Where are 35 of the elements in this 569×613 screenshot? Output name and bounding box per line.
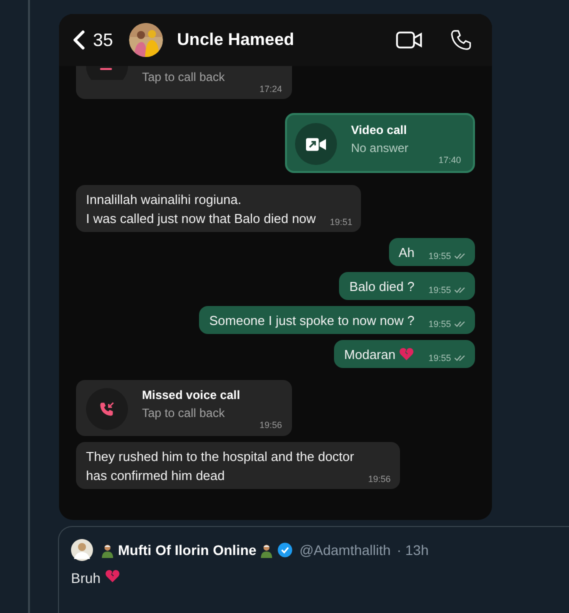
message-text: Someone I just spoke to now now ? [209, 312, 414, 330]
contact-name: Uncle Hameed [177, 30, 294, 50]
call-bubble[interactable]: Video call No answer 17:40 [285, 113, 475, 173]
person-icon [259, 542, 274, 558]
call-status: Tap to call back [142, 70, 226, 84]
message-time: 19:55 [428, 319, 451, 329]
call-bubble[interactable]: Tap to call back 17:24 [76, 66, 292, 99]
message-text: Modaran [344, 346, 396, 364]
message-time: 19:56 [368, 474, 391, 484]
phone-icon[interactable] [450, 29, 472, 51]
message-text: They rushed him to the hospital and the doctor has confirmed him dead [86, 448, 354, 485]
call-title: Video call [351, 123, 408, 137]
message-text: Innalillah wainalihi rogiuna. I was called just now that Balo died now [86, 191, 316, 228]
person-icon [100, 542, 115, 558]
back-icon[interactable] [73, 30, 85, 50]
author-handle[interactable]: @Adamthallith [299, 542, 391, 558]
message-time: 17:40 [438, 155, 461, 165]
call-status: Tap to call back [142, 406, 226, 420]
unread-count: 35 [93, 30, 114, 50]
author-name[interactable]: Mufti Of Ilorin Online [118, 542, 256, 558]
call-bubble[interactable]: Missed voice call Tap to call back 19:56 [76, 380, 292, 436]
video-call-icon[interactable] [396, 31, 422, 49]
post-text: Bruh [71, 570, 101, 586]
message-time: 17:24 [259, 84, 282, 94]
message-time: 19:56 [259, 420, 282, 430]
message-time: 19:55 [428, 285, 451, 295]
call-status: No answer [351, 141, 410, 155]
message-time: 19:55 [428, 353, 451, 363]
message-time: 19:55 [428, 251, 451, 261]
message-text: Balo died ? [349, 278, 414, 296]
post-time: · 13h [396, 542, 429, 558]
call-title: Missed voice call [142, 388, 242, 402]
message-time: 19:51 [330, 217, 352, 227]
message-text: Ah [398, 244, 414, 262]
quoted-tweet[interactable]: Mufti Of Ilorin Online @Adamthallith · 13h Bruh [58, 526, 569, 613]
